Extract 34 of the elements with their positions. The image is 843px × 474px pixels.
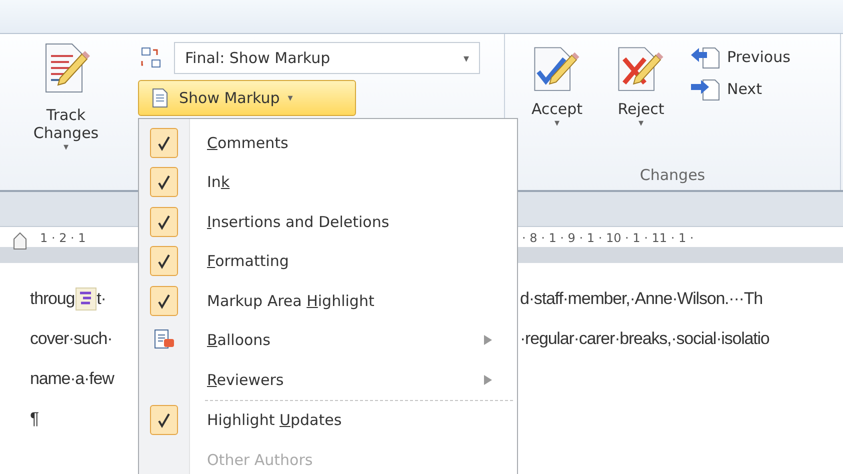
document-text: d·staff·member,·Anne·Wilson.···Th xyxy=(520,289,763,308)
menu-item[interactable]: Balloons xyxy=(139,320,517,360)
compare-display-icon xyxy=(140,47,162,69)
ruler-numbers: 1 · 2 · 1 xyxy=(40,231,86,245)
track-changes-button[interactable]: Track Changes ▾ xyxy=(33,106,99,153)
group-title: Changes xyxy=(638,166,706,186)
next-button[interactable]: Next xyxy=(689,76,790,102)
checkmark-icon xyxy=(157,134,171,151)
menu-item[interactable]: Markup Area Highlight xyxy=(139,281,517,320)
indent-marker-icon[interactable] xyxy=(12,231,28,251)
balloon-document-icon xyxy=(153,329,175,352)
document-text: throug xyxy=(30,289,75,309)
menu-item[interactable]: Formatting xyxy=(139,242,517,281)
checkmark-icon xyxy=(157,214,171,230)
display-for-review-dropdown[interactable]: Final: Show Markup ▾ xyxy=(174,42,480,74)
checkmark-icon xyxy=(157,412,171,428)
document-text: ¶ xyxy=(30,409,39,429)
document-text: cover·such· xyxy=(30,329,112,349)
menu-item[interactable]: Reviewers xyxy=(139,360,517,400)
document-text: ·regular·carer·breaks,·social·isolatio xyxy=(520,329,770,348)
menu-item[interactable]: Highlight Updates xyxy=(139,400,517,440)
menu-item[interactable]: Ink xyxy=(139,162,517,202)
checkmark-icon xyxy=(157,253,171,270)
accept-button[interactable]: Accept ▾ xyxy=(521,44,593,166)
checkmark-icon xyxy=(157,292,171,309)
reject-button[interactable]: Reject ▾ xyxy=(605,44,677,166)
previous-button[interactable]: Previous xyxy=(689,44,790,70)
menu-item[interactable]: Comments xyxy=(139,123,517,162)
show-markup-button[interactable]: Show Markup ▾ xyxy=(138,80,356,116)
document-text: t· xyxy=(96,289,106,309)
ruler-numbers: · 8 · 1 · 9 · 1 · 10 · 1 · 11 · 1 · xyxy=(521,230,695,247)
checkmark-icon xyxy=(157,174,171,190)
menu-item[interactable]: Insertions and Deletions xyxy=(139,202,517,242)
document-text: name·a·few xyxy=(30,369,114,389)
